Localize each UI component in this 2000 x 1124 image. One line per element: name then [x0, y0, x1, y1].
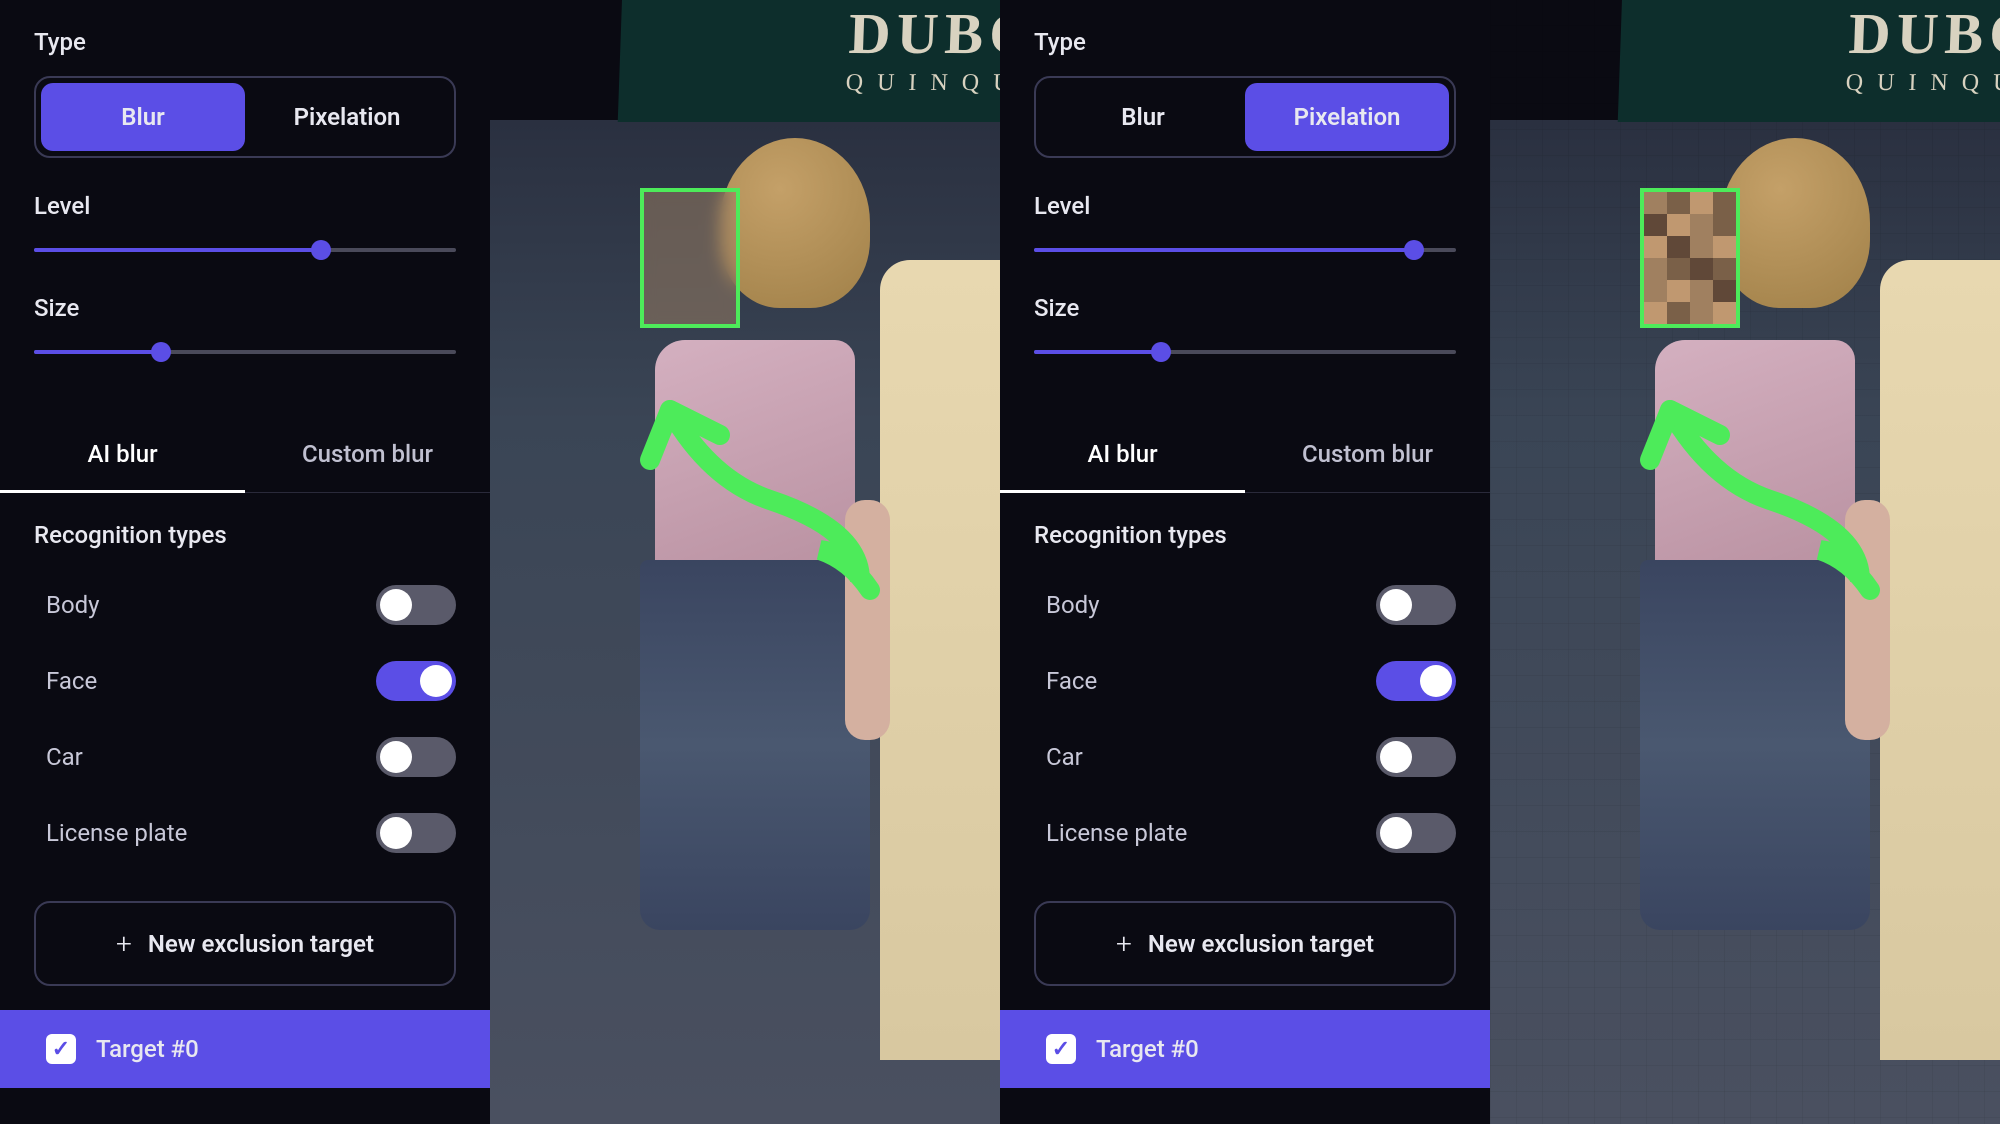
size-label: Size — [1034, 294, 1456, 322]
size-slider[interactable] — [34, 342, 456, 362]
tab-custom-blur[interactable]: Custom blur — [245, 416, 490, 492]
face-detection-box — [1640, 188, 1740, 328]
recognition-car-toggle[interactable] — [376, 737, 456, 777]
settings-panel-right: Type Blur Pixelation Level Size — [1000, 0, 1490, 1124]
recognition-car-label: Car — [46, 743, 83, 771]
blur-tabs: AI blur Custom blur — [0, 416, 490, 493]
type-pixelation-button[interactable]: Pixelation — [1245, 83, 1449, 151]
type-pixelation-button[interactable]: Pixelation — [245, 83, 449, 151]
recognition-license-plate-toggle[interactable] — [1376, 813, 1456, 853]
type-label: Type — [34, 28, 456, 56]
type-blur-button[interactable]: Blur — [1041, 83, 1245, 151]
recognition-license-plate-label: License plate — [1046, 819, 1187, 847]
type-segmented-control: Blur Pixelation — [34, 76, 456, 158]
recognition-types-heading: Recognition types — [1000, 493, 1490, 567]
recognition-license-plate-toggle[interactable] — [376, 813, 456, 853]
target-row-0[interactable]: ✓ Target #0 — [0, 1010, 490, 1088]
recognition-face-label: Face — [46, 667, 97, 695]
recognition-license-plate-label: License plate — [46, 819, 187, 847]
blur-tabs: AI blur Custom blur — [1000, 416, 1490, 493]
plus-icon: + — [1116, 927, 1132, 960]
sign-text-sub: QUINQUINA — [1845, 70, 2000, 97]
check-icon: ✓ — [1046, 1034, 1076, 1064]
sign-text-main: DUBONNE — [848, 0, 1000, 67]
tab-custom-blur[interactable]: Custom blur — [1245, 416, 1490, 492]
type-segmented-control: Blur Pixelation — [1034, 76, 1456, 158]
settings-panel-left: Type Blur Pixelation Level Size — [0, 0, 490, 1124]
target-name: Target #0 — [96, 1035, 199, 1063]
preview-right: DUBONNE QUINQUINA — [1490, 0, 2000, 1124]
size-slider[interactable] — [1034, 342, 1456, 362]
tab-ai-blur[interactable]: AI blur — [1000, 416, 1245, 492]
plus-icon: + — [116, 927, 132, 960]
level-label: Level — [34, 192, 456, 220]
recognition-body-label: Body — [1046, 591, 1100, 619]
recognition-body-label: Body — [46, 591, 100, 619]
level-slider[interactable] — [1034, 240, 1456, 260]
recognition-car-toggle[interactable] — [1376, 737, 1456, 777]
type-blur-button[interactable]: Blur — [41, 83, 245, 151]
recognition-face-label: Face — [1046, 667, 1097, 695]
type-label: Type — [1034, 28, 1456, 56]
tab-ai-blur[interactable]: AI blur — [0, 416, 245, 492]
recognition-body-toggle[interactable] — [376, 585, 456, 625]
new-exclusion-target-button[interactable]: + New exclusion target — [34, 901, 456, 986]
level-label: Level — [1034, 192, 1456, 220]
sign-text-main: DUBONNE — [1848, 0, 2000, 67]
level-slider[interactable] — [34, 240, 456, 260]
new-exclusion-target-button[interactable]: + New exclusion target — [1034, 901, 1456, 986]
recognition-body-toggle[interactable] — [1376, 585, 1456, 625]
recognition-car-label: Car — [1046, 743, 1083, 771]
new-exclusion-label: New exclusion target — [148, 930, 374, 958]
sign-text-sub: QUINQUINA — [845, 70, 1000, 97]
recognition-face-toggle[interactable] — [1376, 661, 1456, 701]
check-icon: ✓ — [46, 1034, 76, 1064]
target-row-0[interactable]: ✓ Target #0 — [1000, 1010, 1490, 1088]
recognition-face-toggle[interactable] — [376, 661, 456, 701]
size-label: Size — [34, 294, 456, 322]
new-exclusion-label: New exclusion target — [1148, 930, 1374, 958]
preview-left: DUBONNE QUINQUINA — [490, 0, 1000, 1124]
face-detection-box — [640, 188, 740, 328]
recognition-types-heading: Recognition types — [0, 493, 490, 567]
target-name: Target #0 — [1096, 1035, 1199, 1063]
